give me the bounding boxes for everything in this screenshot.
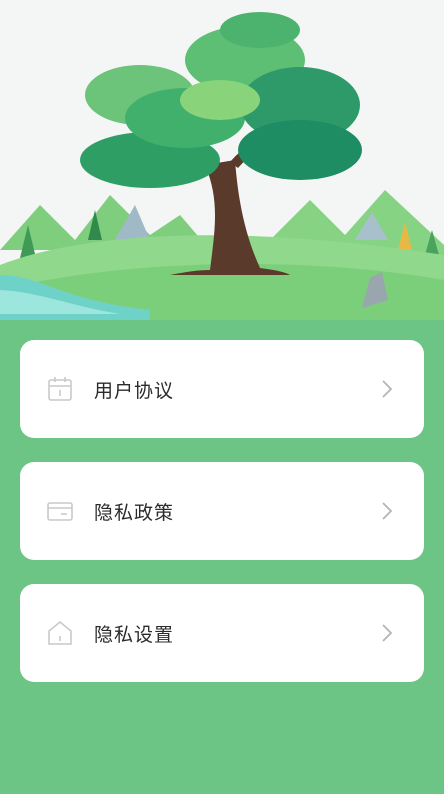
hero-illustration <box>0 0 444 320</box>
calendar-icon <box>44 373 76 405</box>
card-icon <box>44 495 76 527</box>
home-icon <box>44 617 76 649</box>
menu-item-privacy-policy[interactable]: 隐私政策 <box>20 462 424 560</box>
menu-item-privacy-settings[interactable]: 隐私设置 <box>20 584 424 682</box>
chevron-right-icon <box>380 622 394 644</box>
menu-item-label: 隐私政策 <box>94 501 175 524</box>
chevron-right-icon <box>380 500 394 522</box>
menu-item-user-agreement[interactable]: 用户协议 <box>20 340 424 438</box>
chevron-right-icon <box>380 378 394 400</box>
menu-item-label: 隐私设置 <box>94 623 175 646</box>
menu-item-label: 用户协议 <box>94 379 175 402</box>
settings-menu: 用户协议 隐私政策 隐私设置 <box>20 340 424 706</box>
tree-illustration <box>0 0 444 320</box>
